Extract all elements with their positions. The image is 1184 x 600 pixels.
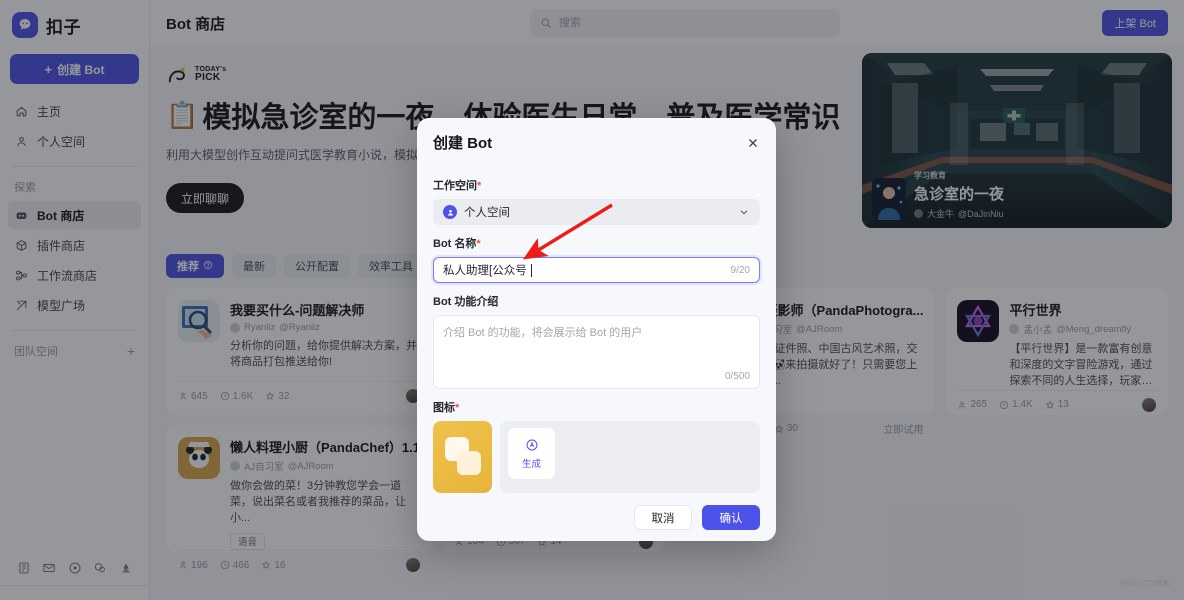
workspace-avatar-icon [443,205,457,219]
bot-name-label-text: Bot 名称 [433,238,477,250]
generate-icon-button[interactable]: 生成 [508,428,555,479]
dialog-header: 创建 Bot [417,118,776,159]
required-asterisk: * [476,238,481,250]
bot-description-input[interactable]: 介绍 Bot 的功能，将会展示给 Bot 的用户 0/500 [433,315,760,389]
bot-description-placeholder: 介绍 Bot 的功能，将会展示给 Bot 的用户 [443,327,643,339]
icon-label-text: 图标 [433,402,455,414]
bot-icon-preview[interactable] [433,421,492,493]
bot-name-counter: 9/20 [730,264,750,276]
chevron-down-icon [738,206,750,218]
generate-icon-label: 生成 [521,458,541,470]
dialog-footer: 取消 确认 [417,493,776,541]
bot-name-value: 私人助理[公众号 [443,265,527,277]
workspace-label: 工作空间* [433,177,760,193]
ai-generate-icon [525,438,539,452]
bot-name-input[interactable]: 私人助理[公众号 9/20 [433,257,760,283]
close-icon[interactable] [746,136,760,150]
app-root: 扣子 + 创建 Bot 主页 个人空间 探索 Bot 商店 插件商店 工作流商店… [0,0,1184,600]
icon-tools: 生成 [500,421,760,493]
required-asterisk: * [477,180,482,192]
bot-description-label: Bot 功能介绍 [433,296,499,308]
dialog-title: 创建 Bot [433,135,493,152]
watermark: @51CTO博客 [1120,579,1170,588]
cancel-button[interactable]: 取消 [634,505,692,530]
workspace-selected-value: 个人空间 [464,207,510,219]
dialog-body: 工作空间* 个人空间 Bot 名称* 私人助理[公众号 9/20 Bot 功能介… [417,159,776,493]
icon-label: 图标* [433,399,760,415]
confirm-button[interactable]: 确认 [702,505,760,530]
bot-name-label: Bot 名称* [433,235,760,251]
bot-description-counter: 0/500 [724,371,750,382]
workspace-select[interactable]: 个人空间 [433,199,760,225]
workspace-label-text: 工作空间 [433,180,477,192]
create-bot-dialog: 创建 Bot 工作空间* 个人空间 Bot 名称* 私人助理[公众号 9/20 … [417,118,776,541]
required-asterisk: * [455,402,460,414]
text-caret [530,263,532,277]
icon-row: 生成 [433,421,760,493]
